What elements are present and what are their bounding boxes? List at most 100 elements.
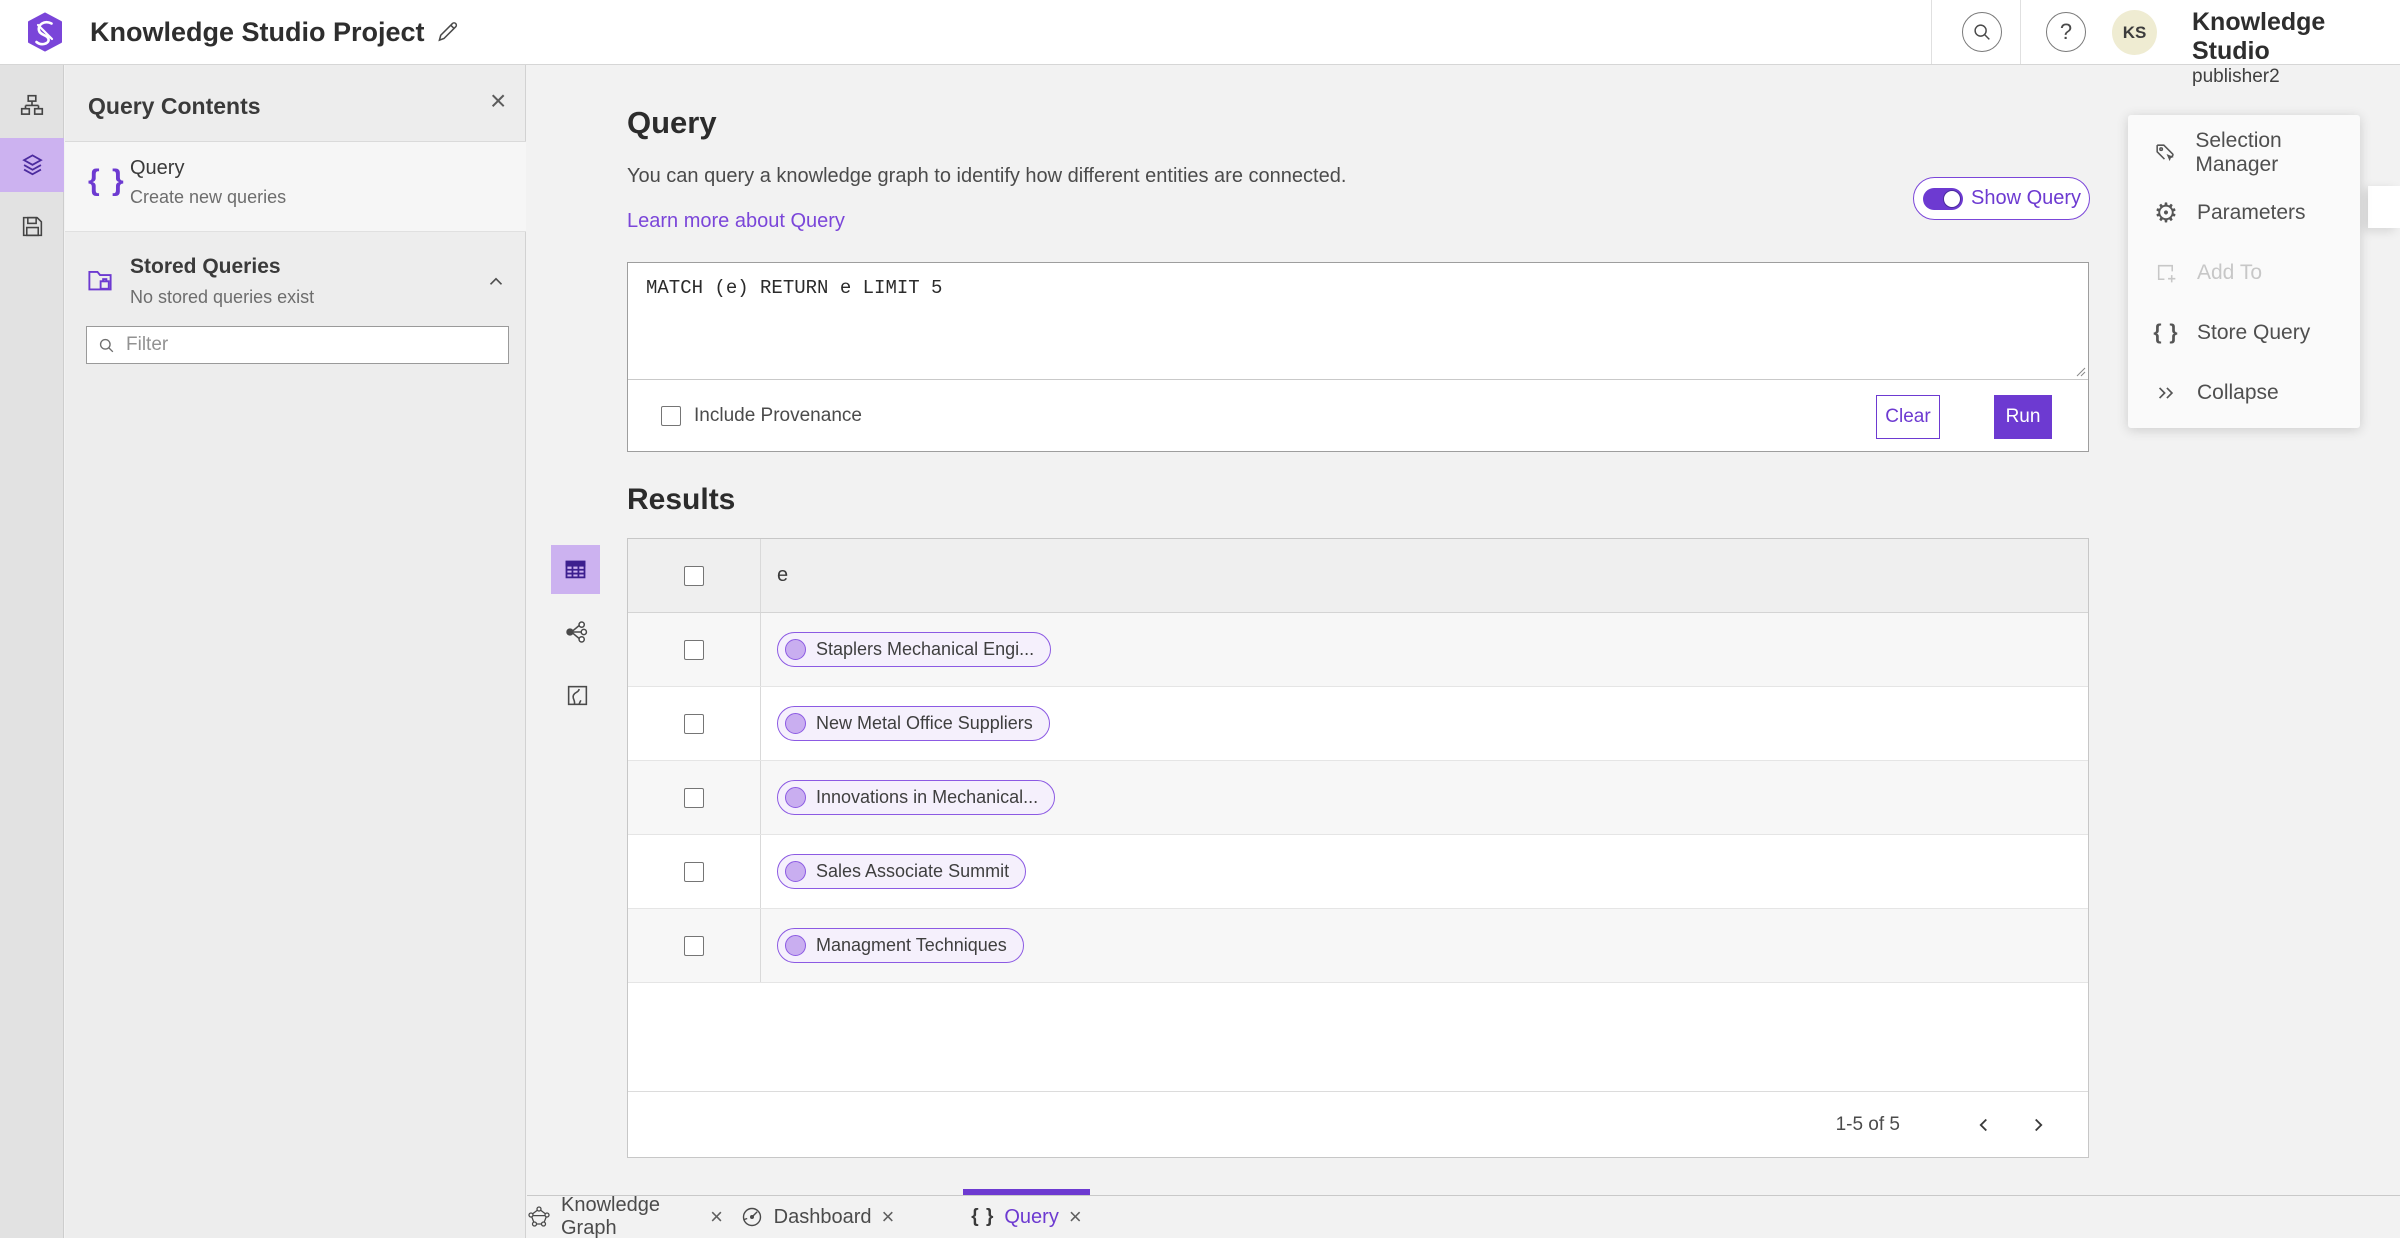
panel-close-icon[interactable]: × (490, 87, 506, 115)
link-chart-icon (564, 619, 590, 645)
menu-item-parameters[interactable]: ⚙ Parameters (2128, 183, 2360, 243)
user-role: publisher2 (2192, 65, 2280, 87)
entity-pill[interactable]: New Metal Office Suppliers (777, 706, 1050, 741)
row-checkbox[interactable] (684, 861, 704, 882)
user-info[interactable]: Knowledge Studio publisher2 (2192, 8, 2400, 87)
row-checkbox-cell (628, 835, 761, 908)
entity-dot-icon (785, 787, 806, 808)
select-all-checkbox[interactable] (684, 565, 704, 586)
row-checkbox[interactable] (684, 713, 704, 734)
learn-more-link[interactable]: Learn more about Query (627, 210, 845, 233)
row-checkbox-cell (628, 761, 761, 834)
view-mode-table-button[interactable] (551, 545, 600, 594)
menu-item-selection-manager[interactable]: Selection Manager (2128, 123, 2360, 183)
user-avatar[interactable]: KS (2112, 10, 2157, 55)
view-mode-link-chart-button[interactable] (557, 612, 597, 652)
close-icon[interactable]: × (710, 1206, 723, 1228)
table-row[interactable]: New Metal Office Suppliers (628, 687, 2088, 761)
menu-item-store-query[interactable]: { } Store Query (2128, 303, 2360, 363)
entity-dot-icon (785, 639, 806, 660)
row-entity-cell: Innovations in Mechanical... (761, 761, 2088, 834)
app-root: Knowledge Studio Project ? KS Knowledge … (0, 0, 2400, 1238)
close-icon[interactable]: × (1069, 1206, 1082, 1228)
table-row[interactable]: Sales Associate Summit (628, 835, 2088, 909)
tab-dashboard[interactable]: Dashboard × (733, 1196, 901, 1238)
show-query-label: Show Query (1971, 187, 2082, 209)
query-code-input[interactable]: MATCH (e) RETURN e LIMIT 5 (628, 263, 2088, 379)
filter-input[interactable] (126, 334, 498, 356)
resize-handle[interactable] (2074, 365, 2086, 377)
view-mode-map-button[interactable] (557, 675, 597, 715)
tab-label: Dashboard (773, 1205, 872, 1228)
entity-pill[interactable]: Innovations in Mechanical... (777, 780, 1056, 815)
column-header-e: e (777, 564, 789, 586)
entity-pill[interactable]: Managment Techniques (777, 928, 1024, 963)
sidebar-item-save[interactable] (0, 199, 64, 253)
query-description: You can query a knowledge graph to ident… (627, 165, 1347, 187)
results-table-header: e (628, 539, 2088, 613)
header-divider (2020, 0, 2021, 64)
map-view-icon (565, 683, 590, 708)
double-chevron-right-icon (2152, 382, 2180, 404)
pagination-prev-button[interactable] (1964, 1105, 2004, 1145)
entity-label: Staplers Mechanical Engi... (816, 639, 1035, 659)
search-icon (97, 336, 116, 355)
row-checkbox-cell (628, 909, 761, 982)
row-checkbox[interactable] (684, 787, 704, 808)
sidebar-item-data-model[interactable] (0, 79, 64, 133)
user-name: Knowledge Studio (2192, 8, 2326, 65)
dashboard-icon (740, 1205, 764, 1229)
braces-icon: { } (971, 1206, 995, 1227)
tab-label: Query (1004, 1205, 1059, 1228)
query-item-title: Query (130, 157, 185, 179)
add-to-icon (2152, 261, 2180, 286)
stored-queries-title: Stored Queries (130, 255, 281, 278)
panel-title: Query Contents (88, 93, 261, 119)
toggle-track[interactable] (1923, 187, 1963, 210)
row-checkbox-cell (628, 687, 761, 760)
entity-label: Sales Associate Summit (816, 861, 1010, 881)
active-tab-indicator (963, 1189, 1090, 1195)
contents-item-stored-queries[interactable]: Stored Queries No stored queries exist (65, 245, 526, 323)
clear-button[interactable]: Clear (1876, 395, 1940, 439)
menu-item-collapse[interactable]: Collapse (2128, 363, 2360, 423)
show-query-toggle[interactable]: Show Query (1913, 177, 2090, 220)
layers-icon (19, 152, 46, 179)
close-icon[interactable]: × (881, 1206, 894, 1228)
stored-queries-subtitle: No stored queries exist (130, 287, 315, 307)
save-icon (20, 214, 45, 239)
gear-icon: ⚙ (2153, 197, 2179, 229)
tab-knowledge-graph[interactable]: Knowledge Graph × (527, 1194, 723, 1238)
table-row[interactable]: Managment Techniques (628, 909, 2088, 983)
row-entity-cell: Managment Techniques (761, 909, 2088, 982)
row-checkbox[interactable] (684, 935, 704, 956)
app-logo-icon[interactable] (25, 12, 65, 52)
search-button[interactable] (1962, 12, 2002, 52)
entity-pill[interactable]: Sales Associate Summit (777, 854, 1027, 889)
collapsed-panel-handle[interactable] (2368, 186, 2400, 228)
results-footer: 1-5 of 5 (628, 1091, 2088, 1157)
pagination-next-button[interactable] (2018, 1105, 2058, 1145)
table-row[interactable]: Innovations in Mechanical... (628, 761, 2088, 835)
menu-item-label: Parameters (2197, 201, 2306, 224)
entity-dot-icon (785, 935, 806, 956)
data-model-icon (19, 93, 45, 119)
query-item-subtitle: Create new queries (130, 187, 287, 207)
row-checkbox[interactable] (684, 639, 704, 660)
entity-pill[interactable]: Staplers Mechanical Engi... (777, 632, 1052, 667)
tab-query[interactable]: { } Query × (963, 1189, 1090, 1238)
entity-dot-icon (785, 861, 806, 882)
entity-label: New Metal Office Suppliers (816, 713, 1033, 733)
table-row[interactable]: Staplers Mechanical Engi... (628, 613, 2088, 687)
run-button[interactable]: Run (1994, 395, 2052, 439)
sidebar-item-layers[interactable] (0, 138, 64, 192)
chevron-up-icon[interactable] (485, 271, 507, 293)
help-button[interactable]: ? (2046, 12, 2086, 52)
row-checkbox-cell (628, 613, 761, 686)
project-title: Knowledge Studio Project (90, 17, 425, 47)
query-editor-footer: Include Provenance Clear Run (628, 379, 2088, 451)
results-heading: Results (627, 483, 736, 516)
contents-item-query[interactable]: { } Query Create new queries (65, 142, 526, 232)
edit-title-icon[interactable] (434, 19, 460, 45)
include-provenance-checkbox[interactable] (661, 405, 681, 426)
